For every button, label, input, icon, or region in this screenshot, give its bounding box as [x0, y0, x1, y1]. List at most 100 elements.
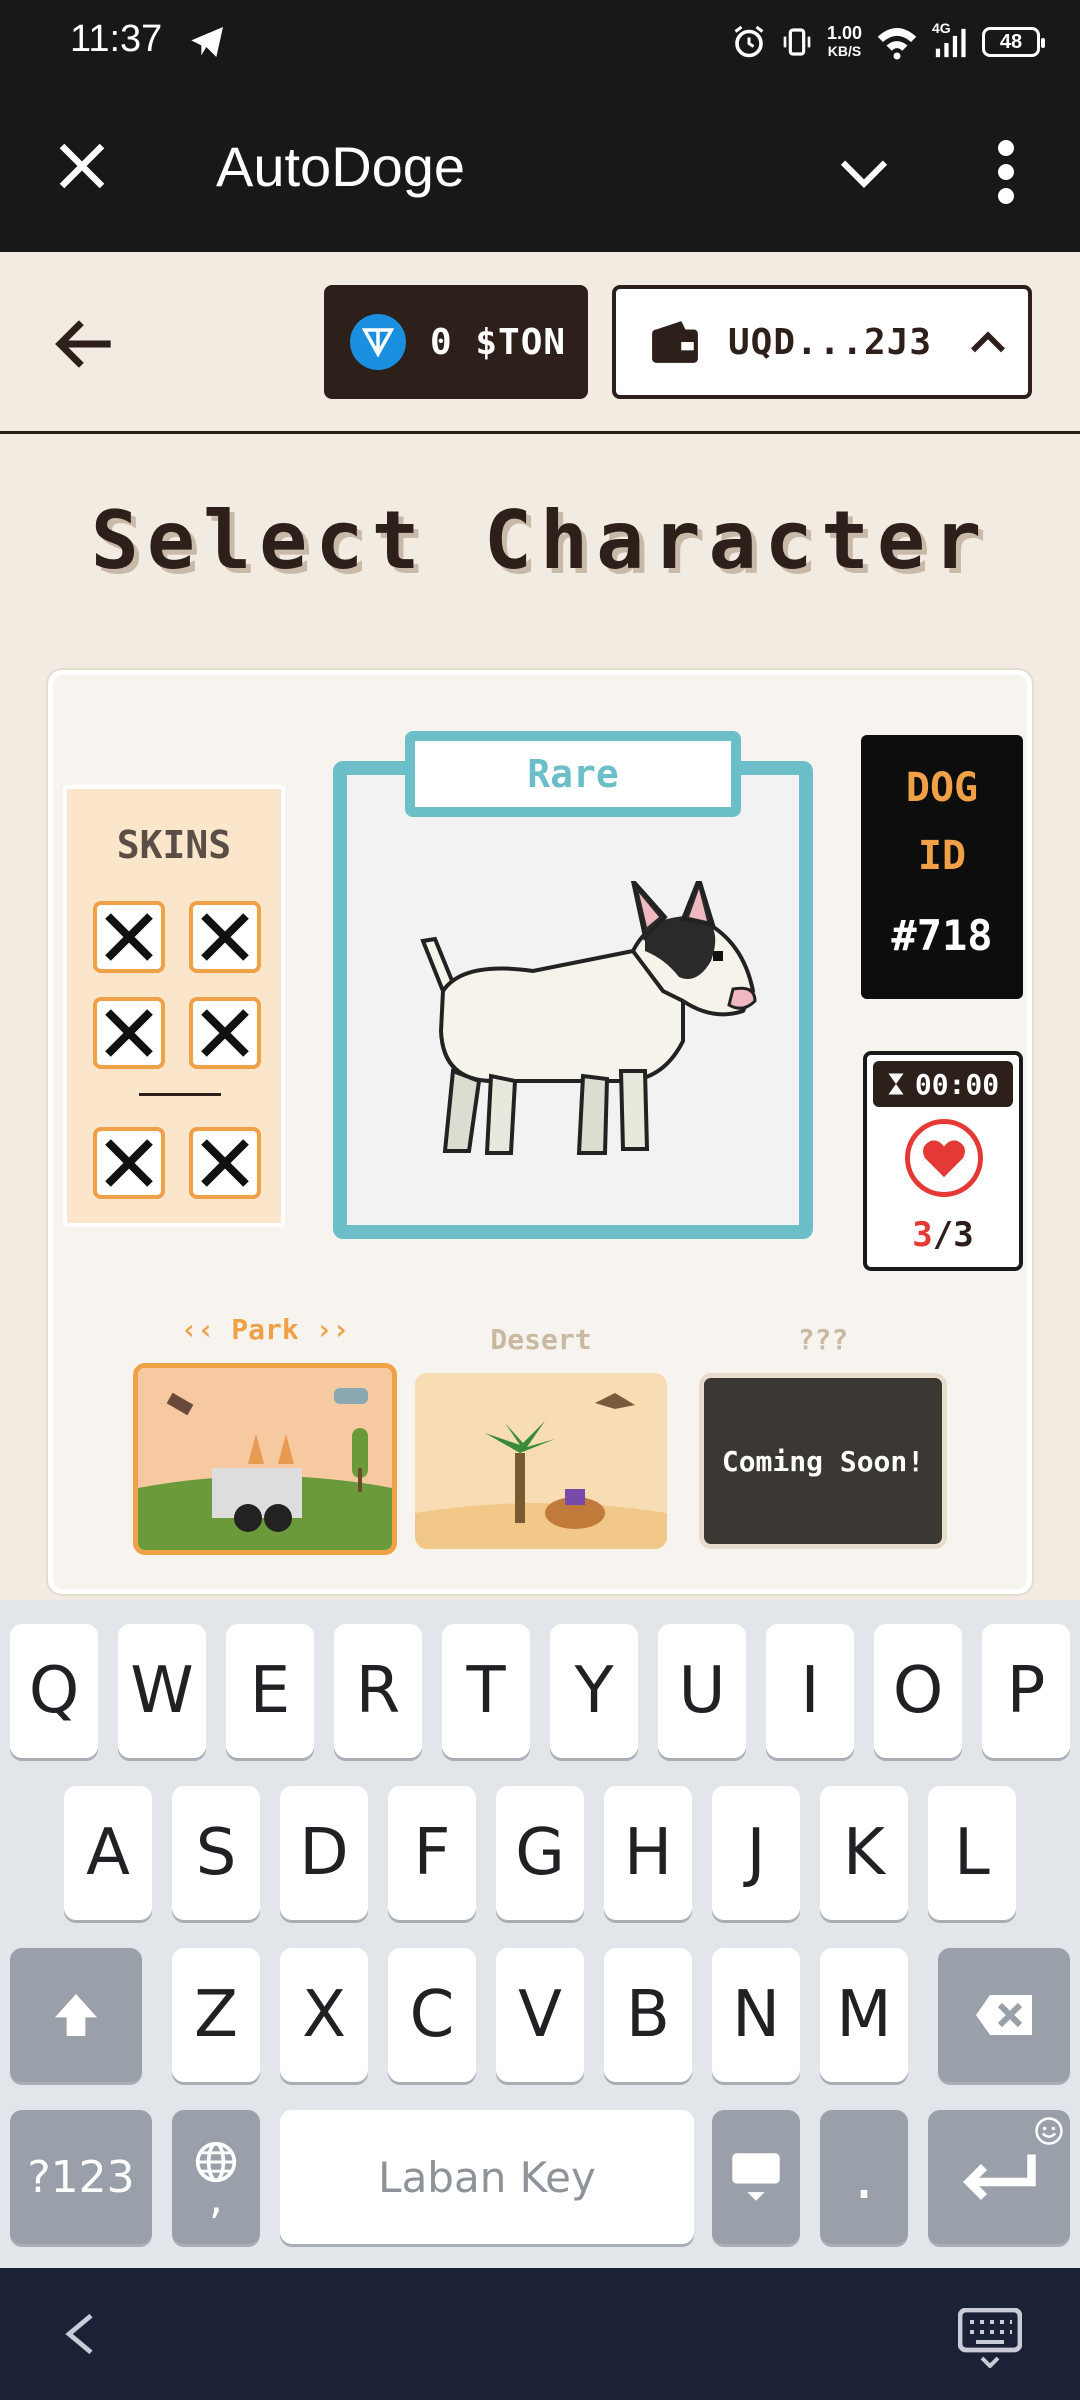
skin-slot-empty[interactable]	[189, 901, 261, 973]
x-icon	[105, 1139, 153, 1187]
status-icons: 1.00 KB/S 4G 48	[731, 18, 1045, 66]
key-h[interactable]: H	[604, 1786, 692, 1920]
chevron-down-icon[interactable]	[836, 144, 892, 200]
backspace-icon	[976, 1995, 1032, 2035]
key-o[interactable]: O	[874, 1624, 962, 1758]
app-title: AutoDoge	[216, 135, 466, 198]
key-a[interactable]: A	[64, 1786, 152, 1920]
lives-timer: 00:00	[873, 1061, 1013, 1107]
key-m[interactable]: M	[820, 1948, 908, 2082]
skins-panel: SKINS	[63, 785, 285, 1227]
key-q[interactable]: Q	[10, 1624, 98, 1758]
map-coming-soon-tile: Coming Soon!	[699, 1373, 947, 1549]
key-t[interactable]: T	[442, 1624, 530, 1758]
map-label-desert: Desert	[490, 1323, 592, 1356]
skin-slot-empty[interactable]	[189, 1127, 261, 1199]
lives-count: 3/3	[867, 1215, 1019, 1255]
keyboard: Q W E R T Y U I O P A S D F G H J K L Z …	[0, 1600, 1080, 2268]
skin-slot-empty[interactable]	[93, 901, 165, 973]
x-icon	[201, 1139, 249, 1187]
comma-globe-key[interactable]: ,	[172, 2110, 260, 2244]
map-label-park: ‹‹ Park ››	[180, 1313, 350, 1346]
character-portrait: Rare	[333, 731, 813, 1239]
lives-max: 3	[953, 1215, 974, 1255]
symbols-key[interactable]: ?123	[10, 2110, 152, 2244]
skin-slot-empty[interactable]	[93, 997, 165, 1069]
battery-level: 48	[999, 30, 1023, 53]
character-card: SKINS Rare DOG ID #718 00:00 3/3 ‹‹ Park…	[48, 670, 1032, 1594]
system-nav-bar	[0, 2268, 1080, 2400]
space-bar[interactable]: Laban Key	[280, 2110, 694, 2244]
hourglass-icon	[888, 1073, 904, 1095]
key-y[interactable]: Y	[550, 1624, 638, 1758]
x-icon	[201, 913, 249, 961]
app-bar: AutoDoge	[0, 84, 1080, 252]
wifi-icon	[877, 28, 917, 60]
skin-slot-empty[interactable]	[189, 997, 261, 1069]
x-icon	[105, 1009, 153, 1057]
lives-current: 3	[912, 1215, 933, 1255]
comma-label: ,	[209, 2173, 223, 2224]
rarity-label: Rare	[405, 731, 741, 817]
key-v[interactable]: V	[496, 1948, 584, 2082]
vibrate-icon	[783, 28, 811, 56]
chevron-up-icon	[971, 331, 1006, 353]
cell-signal: 4G	[932, 20, 968, 60]
network-speed: 1.00 KB/S	[827, 24, 862, 60]
key-w[interactable]: W	[118, 1624, 206, 1758]
enter-arrow-icon	[962, 2154, 1036, 2201]
ton-balance-button[interactable]: 0 $TON	[324, 285, 588, 399]
wallet-icon	[652, 321, 698, 363]
enter-key[interactable]	[928, 2110, 1070, 2244]
bull-terrier-dog-image	[420, 881, 757, 1155]
key-l[interactable]: L	[928, 1786, 1016, 1920]
key-d[interactable]: D	[280, 1786, 368, 1920]
key-p[interactable]: P	[982, 1624, 1070, 1758]
skins-title: SKINS	[116, 823, 232, 867]
timer-value: 00:00	[914, 1067, 1000, 1101]
close-icon[interactable]	[52, 136, 112, 196]
x-icon	[201, 1009, 249, 1057]
network-type: 4G	[932, 20, 951, 36]
key-s[interactable]: S	[172, 1786, 260, 1920]
keyboard-switch-key[interactable]	[712, 2110, 800, 2244]
heart-icon	[905, 1119, 983, 1197]
coming-soon-label: Coming Soon!	[721, 1444, 925, 1478]
key-z[interactable]: Z	[172, 1948, 260, 2082]
alarm-icon	[734, 25, 764, 58]
key-b[interactable]: B	[604, 1948, 692, 2082]
x-icon	[105, 913, 153, 961]
key-k[interactable]: K	[820, 1786, 908, 1920]
dog-id-badge: DOG ID #718	[861, 735, 1023, 999]
key-i[interactable]: I	[766, 1624, 854, 1758]
skins-divider	[139, 1093, 221, 1096]
shift-arrow-icon	[55, 1994, 97, 2036]
dog-id-label-1: DOG	[905, 765, 979, 811]
desert-scene-image	[415, 1373, 667, 1549]
key-e[interactable]: E	[226, 1624, 314, 1758]
map-park-tile[interactable]	[133, 1363, 397, 1555]
key-r[interactable]: R	[334, 1624, 422, 1758]
key-g[interactable]: G	[496, 1786, 584, 1920]
backspace-key[interactable]	[938, 1948, 1070, 2082]
back-arrow-icon[interactable]	[52, 312, 116, 376]
wallet-button[interactable]: UQD...2J3	[612, 285, 1032, 399]
status-time: 11:37	[70, 18, 163, 60]
key-j[interactable]: J	[712, 1786, 800, 1920]
wallet-address: UQD...2J3	[728, 321, 933, 363]
key-u[interactable]: U	[658, 1624, 746, 1758]
page-title: Select Character	[90, 494, 990, 587]
lives-panel: 00:00 3/3	[863, 1051, 1023, 1271]
key-x[interactable]: X	[280, 1948, 368, 2082]
more-vert-icon[interactable]	[990, 140, 1022, 204]
key-c[interactable]: C	[388, 1948, 476, 2082]
key-f[interactable]: F	[388, 1786, 476, 1920]
skin-slot-empty[interactable]	[93, 1127, 165, 1199]
key-n[interactable]: N	[712, 1948, 800, 2082]
shift-key[interactable]	[10, 1948, 142, 2082]
map-desert-tile[interactable]	[415, 1373, 667, 1549]
ton-logo-icon	[350, 314, 406, 370]
period-key[interactable]: .	[820, 2110, 908, 2244]
nav-back-icon[interactable]	[60, 2312, 100, 2356]
keyboard-toggle-icon[interactable]	[958, 2308, 1022, 2368]
